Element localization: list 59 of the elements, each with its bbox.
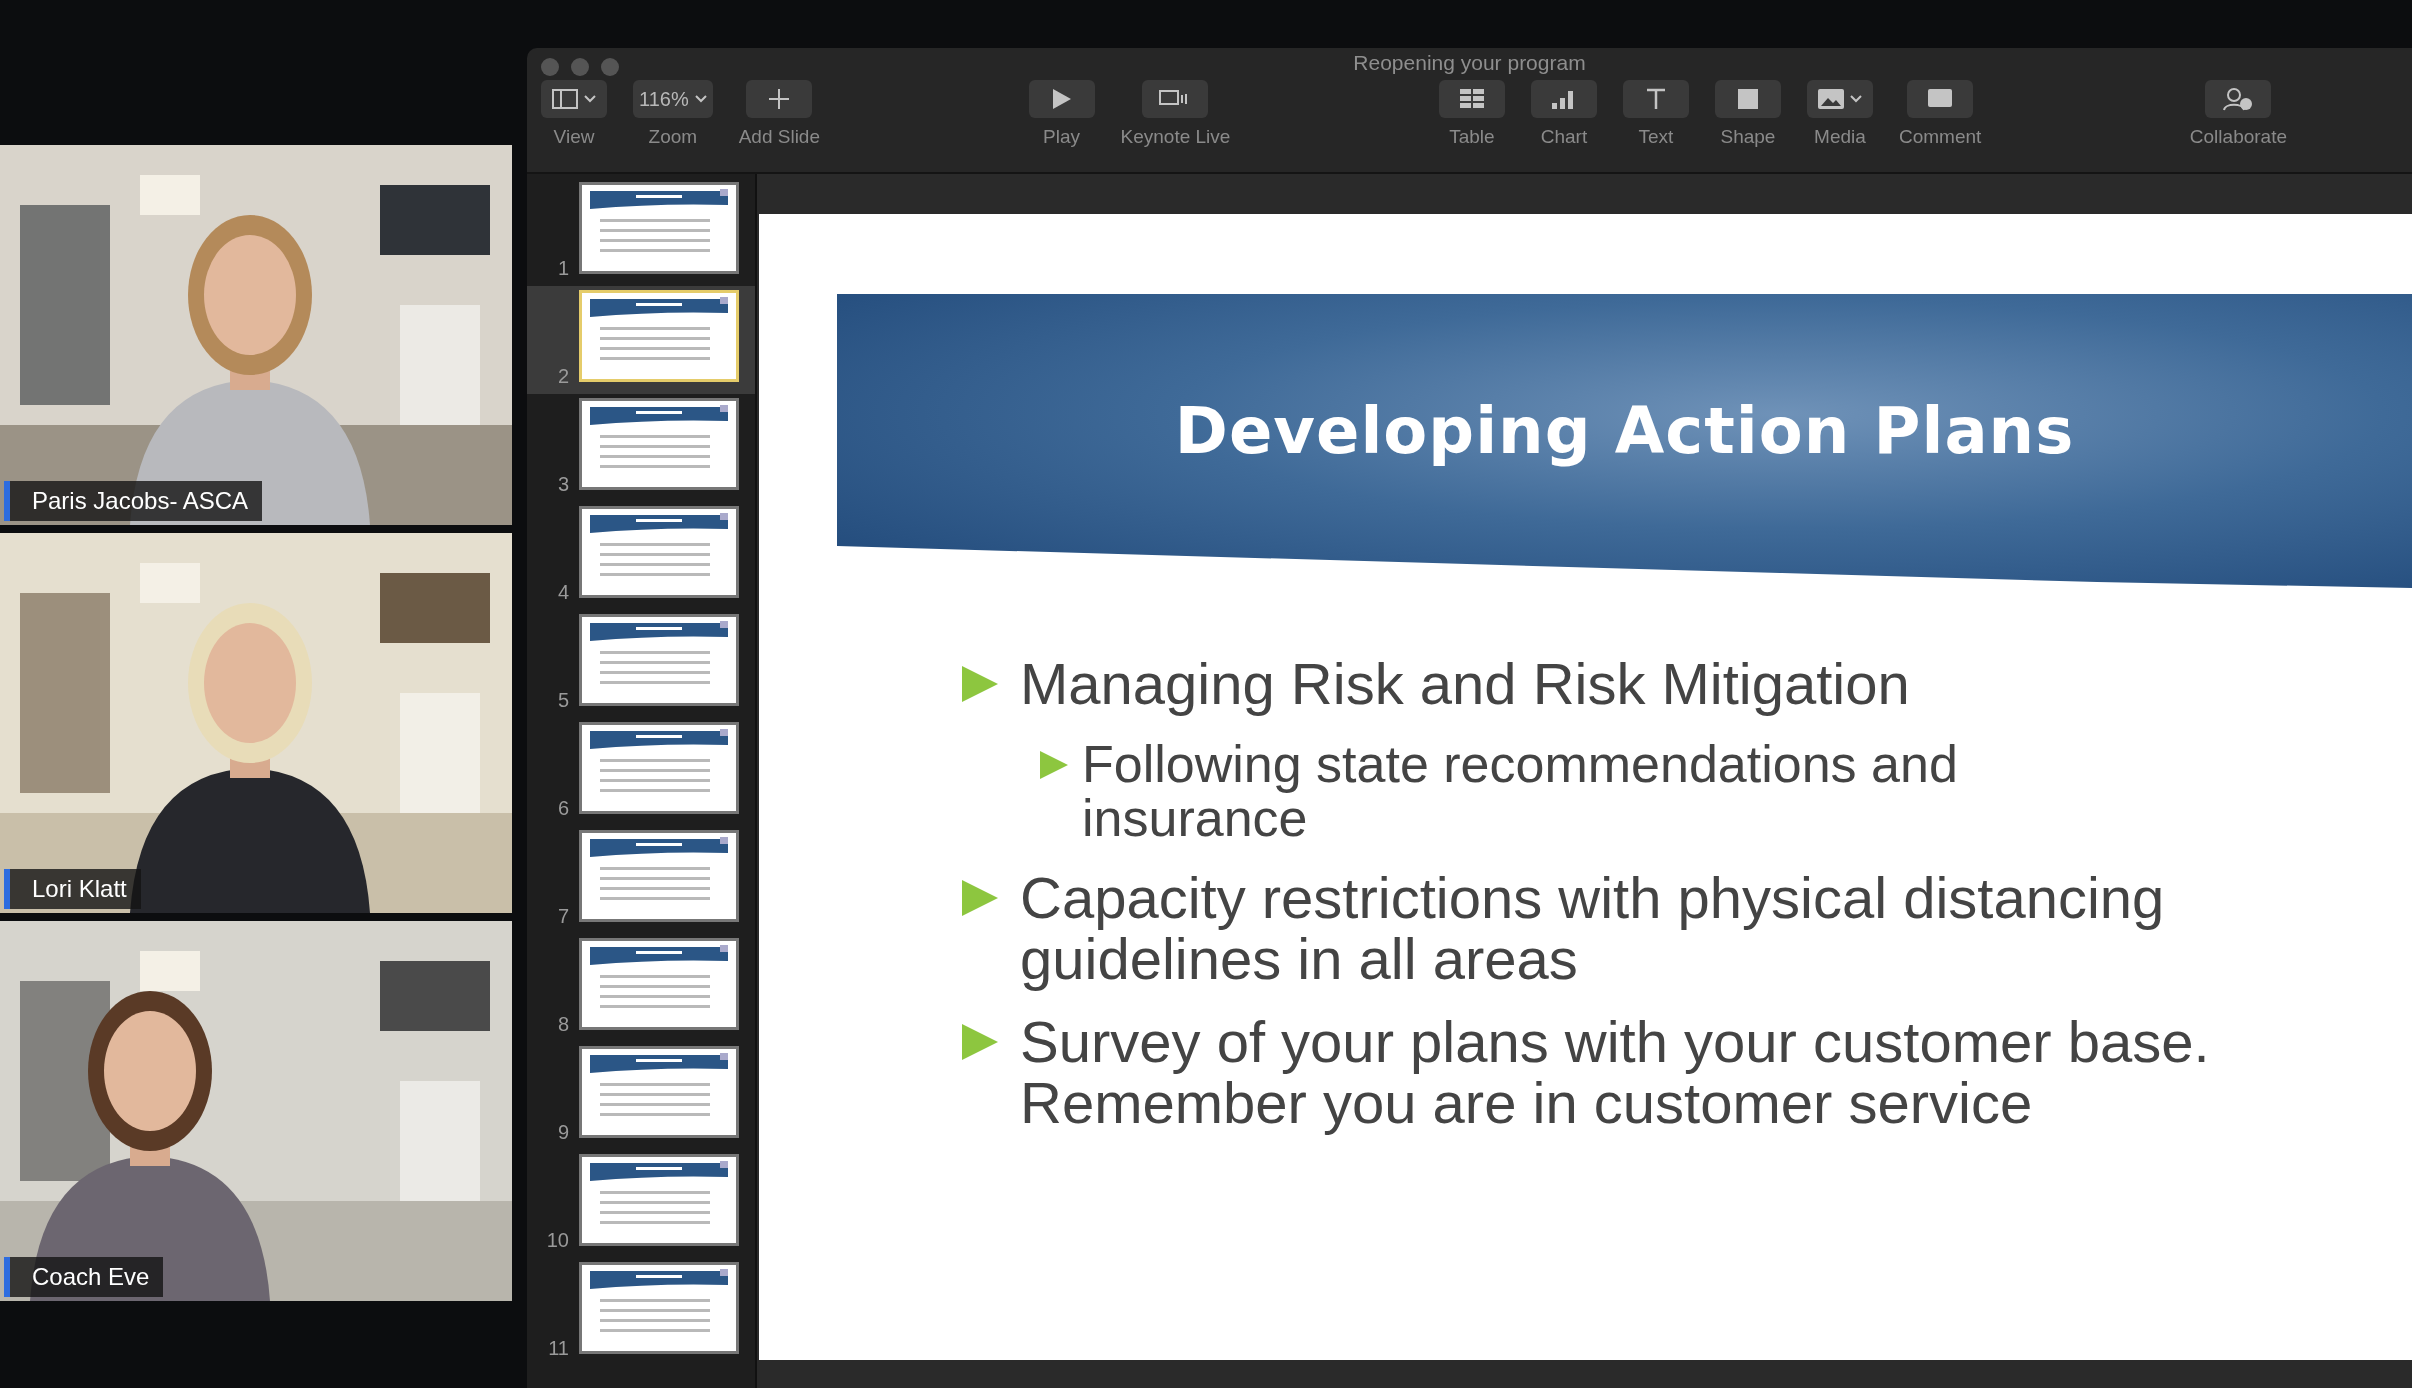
slide-thumbnail[interactable] xyxy=(579,1262,739,1354)
collaborate-icon xyxy=(2223,87,2254,111)
slide-number: 10 xyxy=(545,1229,569,1252)
view-button[interactable]: View xyxy=(541,78,607,172)
play-button[interactable]: Play xyxy=(1028,78,1095,172)
comment-icon xyxy=(1928,89,1953,109)
slide-number: 6 xyxy=(556,797,569,820)
text-tool-icon xyxy=(1644,88,1667,110)
slide-number: 1 xyxy=(556,257,569,280)
image-icon xyxy=(1817,89,1844,109)
slide-number: 5 xyxy=(556,689,569,712)
live-button[interactable]: Keynote Live xyxy=(1120,78,1231,172)
slide-thumbnail[interactable] xyxy=(579,830,739,922)
slide-thumbnail[interactable] xyxy=(579,1046,739,1138)
participant-name: Paris Jacobs- ASCA xyxy=(4,481,263,521)
participant-name: Coach Eve xyxy=(4,1257,164,1297)
media-button[interactable]: Media xyxy=(1806,78,1873,172)
chart-button[interactable]: Chart xyxy=(1530,78,1597,172)
slide-thumbnail[interactable] xyxy=(579,506,739,598)
slide-thumbnail[interactable] xyxy=(579,398,739,490)
slide-title: Developing Action Plans xyxy=(1174,394,2075,468)
bullet-text: Survey of your plans with your customer base. Remember you are in customer service xyxy=(1020,1011,2211,1134)
bullet-icon xyxy=(962,880,998,917)
slide-number: 4 xyxy=(556,581,569,604)
layout-icon xyxy=(552,89,578,109)
table-icon xyxy=(1458,89,1485,109)
text-button[interactable]: Text xyxy=(1622,78,1689,172)
slide-thumbnail[interactable] xyxy=(579,938,739,1030)
bullet-icon xyxy=(962,1023,998,1060)
zoom-button[interactable]: 116% Zoom xyxy=(633,78,713,172)
caret-icon xyxy=(1849,95,1862,103)
window-title: Reopening your program xyxy=(1353,51,1586,75)
slide-thumbnail[interactable] xyxy=(579,722,739,814)
plus-icon xyxy=(768,88,791,110)
slide-thumbnail[interactable] xyxy=(579,1154,739,1246)
bullet-text: Managing Risk and Risk Mitigation xyxy=(1020,654,1910,715)
square-icon xyxy=(1737,89,1758,109)
bullet-icon xyxy=(962,666,998,702)
table-button[interactable]: Table xyxy=(1438,78,1505,172)
add-button[interactable]: Add Slide xyxy=(738,78,820,172)
bullet-icon xyxy=(1040,750,1068,779)
caret-icon xyxy=(584,95,596,103)
slide-number: 11 xyxy=(547,1337,569,1360)
play-icon xyxy=(1052,89,1071,109)
shape-button[interactable]: Shape xyxy=(1714,78,1781,172)
bullet-text: Capacity restrictions with physical distancing guidelines in all areas xyxy=(1020,868,2166,990)
participant-name: Lori Klatt xyxy=(4,869,141,909)
comment-button[interactable]: Comment xyxy=(1898,78,1982,172)
collaborate-button[interactable]: Collaborate xyxy=(2189,78,2287,172)
slide-number: 2 xyxy=(556,365,569,388)
slide-number: 3 xyxy=(556,473,569,496)
slide-number: 9 xyxy=(556,1121,569,1144)
bullet-text: Following state recommendations and insurance xyxy=(1082,736,1959,847)
slide-thumbnail[interactable] xyxy=(579,614,739,706)
slide-thumbnail[interactable] xyxy=(579,182,739,274)
slide-number: 8 xyxy=(556,1013,569,1036)
caret-icon xyxy=(694,95,707,103)
slide-number: 7 xyxy=(556,905,569,928)
slide-thumbnail[interactable] xyxy=(579,290,739,382)
